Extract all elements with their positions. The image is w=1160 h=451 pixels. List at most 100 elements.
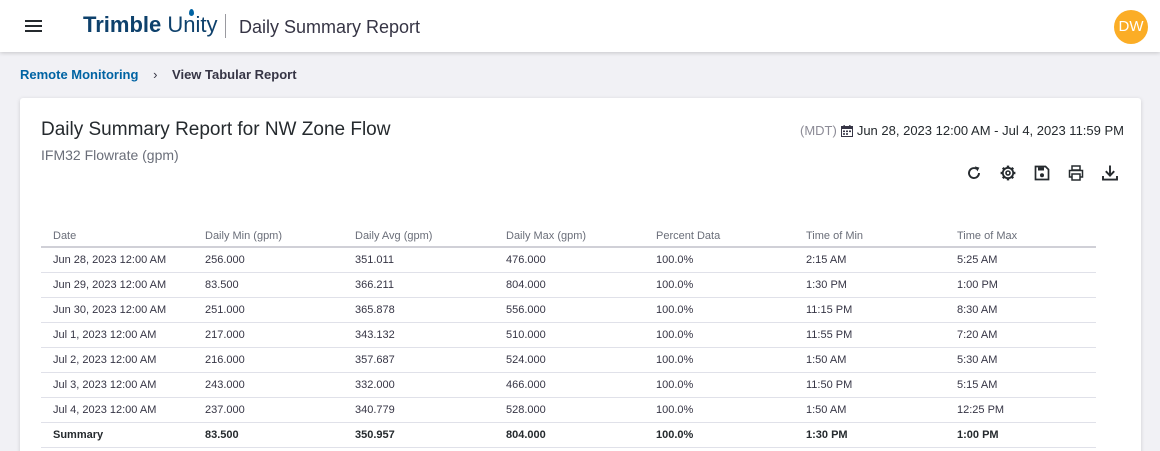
report-toolbar bbox=[957, 162, 1127, 184]
cell-daily-min: 237.000 bbox=[193, 397, 343, 423]
cell-time-of-min: 11:50 PM bbox=[794, 372, 945, 398]
column-header-daily-avg[interactable]: Daily Avg (gpm) bbox=[343, 225, 494, 248]
column-header-percent-data[interactable]: Percent Data bbox=[644, 225, 794, 248]
cell-time-of-min: 2:15 AM bbox=[794, 247, 945, 273]
report-subtitle: IFM32 Flowrate (gpm) bbox=[41, 147, 179, 163]
summary-label: Summary bbox=[41, 421, 193, 448]
cell-time-of-min: 1:30 PM bbox=[794, 272, 945, 298]
table-row: Jun 28, 2023 12:00 AM 256.000 351.011 47… bbox=[41, 247, 1096, 273]
table-header-row: Date Daily Min (gpm) Daily Avg (gpm) Dai… bbox=[41, 225, 1096, 248]
cell-percent-data: 100.0% bbox=[644, 372, 794, 398]
cell-percent-data: 100.0% bbox=[644, 397, 794, 423]
cell-daily-min: 216.000 bbox=[193, 347, 343, 373]
cell-daily-max: 466.000 bbox=[494, 372, 644, 398]
table-row: Jul 4, 2023 12:00 AM 237.000 340.779 528… bbox=[41, 397, 1096, 423]
cell-time-of-max: 7:20 AM bbox=[945, 322, 1096, 348]
logo-bold-text: Trimble bbox=[83, 12, 162, 37]
print-icon bbox=[1068, 165, 1084, 181]
report-title: Daily Summary Report for NW Zone Flow bbox=[41, 119, 391, 140]
cell-date: Jul 1, 2023 12:00 AM bbox=[41, 322, 193, 348]
print-button[interactable] bbox=[1059, 162, 1093, 184]
save-button[interactable] bbox=[1025, 162, 1059, 184]
cell-daily-avg: 340.779 bbox=[343, 397, 494, 423]
cell-daily-avg: 332.000 bbox=[343, 372, 494, 398]
cell-time-of-max: 5:25 AM bbox=[945, 247, 1096, 273]
app-title: Daily Summary Report bbox=[239, 17, 421, 37]
cell-time-of-min: 11:15 PM bbox=[794, 297, 945, 323]
cell-date: Jun 28, 2023 12:00 AM bbox=[41, 247, 193, 273]
download-icon bbox=[1102, 165, 1118, 181]
settings-icon bbox=[1000, 165, 1016, 181]
breadcrumb-current: View Tabular Report bbox=[172, 67, 297, 82]
column-header-time-of-min[interactable]: Time of Min bbox=[794, 225, 945, 248]
column-header-date[interactable]: Date bbox=[41, 225, 193, 248]
cell-daily-min: 256.000 bbox=[193, 247, 343, 273]
cell-daily-max: 476.000 bbox=[494, 247, 644, 273]
trimble-unity-logo[interactable]: Trimble Unity bbox=[83, 12, 218, 38]
cell-daily-min: 251.000 bbox=[193, 297, 343, 323]
cell-time-of-min: 1:50 AM bbox=[794, 347, 945, 373]
calendar-icon bbox=[840, 124, 853, 137]
refresh-icon bbox=[968, 166, 980, 179]
cell-percent-data: 100.0% bbox=[644, 272, 794, 298]
breadcrumb-remote-monitoring[interactable]: Remote Monitoring bbox=[20, 67, 138, 82]
cell-daily-avg: 365.878 bbox=[343, 297, 494, 323]
cell-daily-avg: 351.011 bbox=[343, 247, 494, 273]
table-row: Jun 29, 2023 12:00 AM 83.500 366.211 804… bbox=[41, 272, 1096, 298]
cell-time-of-max: 1:00 PM bbox=[945, 272, 1096, 298]
download-button[interactable] bbox=[1093, 162, 1127, 184]
header-divider bbox=[225, 14, 226, 38]
cell-daily-min: 217.000 bbox=[193, 322, 343, 348]
cell-percent-data: 100.0% bbox=[644, 297, 794, 323]
table-row: Jun 30, 2023 12:00 AM 251.000 365.878 55… bbox=[41, 297, 1096, 323]
cell-daily-avg: 366.211 bbox=[343, 272, 494, 298]
summary-time-of-min: 1:30 PM bbox=[794, 421, 945, 448]
cell-daily-avg: 357.687 bbox=[343, 347, 494, 373]
chevron-right-icon: › bbox=[153, 67, 158, 82]
save-icon bbox=[1034, 165, 1050, 181]
summary-percent-data: 100.0% bbox=[644, 421, 794, 448]
cell-percent-data: 100.0% bbox=[644, 322, 794, 348]
cell-date: Jun 30, 2023 12:00 AM bbox=[41, 297, 193, 323]
summary-table: Date Daily Min (gpm) Daily Avg (gpm) Dai… bbox=[41, 225, 1096, 448]
column-header-daily-max[interactable]: Daily Max (gpm) bbox=[494, 225, 644, 248]
menu-icon[interactable] bbox=[22, 17, 46, 37]
date-range[interactable]: (MDT) Jun 28, 2023 12:00 AM - Jul 4, 202… bbox=[800, 123, 1124, 138]
cell-percent-data: 100.0% bbox=[644, 347, 794, 373]
cell-daily-avg: 343.132 bbox=[343, 322, 494, 348]
summary-row: Summary 83.500 350.957 804.000 100.0% 1:… bbox=[41, 421, 1096, 448]
cell-daily-max: 528.000 bbox=[494, 397, 644, 423]
cell-time-of-max: 8:30 AM bbox=[945, 297, 1096, 323]
cell-date: Jul 2, 2023 12:00 AM bbox=[41, 347, 193, 373]
column-header-daily-min[interactable]: Daily Min (gpm) bbox=[193, 225, 343, 248]
summary-daily-min: 83.500 bbox=[193, 421, 343, 448]
cell-daily-min: 243.000 bbox=[193, 372, 343, 398]
cell-time-of-max: 5:30 AM bbox=[945, 347, 1096, 373]
breadcrumb: Remote Monitoring › View Tabular Report bbox=[20, 67, 297, 82]
cell-daily-min: 83.500 bbox=[193, 272, 343, 298]
refresh-button[interactable] bbox=[957, 162, 991, 184]
summary-time-of-max: 1:00 PM bbox=[945, 421, 1096, 448]
cell-time-of-min: 1:50 AM bbox=[794, 397, 945, 423]
settings-button[interactable] bbox=[991, 162, 1025, 184]
cell-daily-max: 510.000 bbox=[494, 322, 644, 348]
cell-date: Jul 3, 2023 12:00 AM bbox=[41, 372, 193, 398]
summary-daily-avg: 350.957 bbox=[343, 421, 494, 448]
top-bar: Trimble Unity Daily Summary Report DW bbox=[0, 0, 1160, 52]
cell-time-of-min: 11:55 PM bbox=[794, 322, 945, 348]
cell-date: Jun 29, 2023 12:00 AM bbox=[41, 272, 193, 298]
column-header-time-of-max[interactable]: Time of Max bbox=[945, 225, 1096, 248]
table-row: Jul 1, 2023 12:00 AM 217.000 343.132 510… bbox=[41, 322, 1096, 348]
cell-time-of-max: 12:25 PM bbox=[945, 397, 1096, 423]
cell-percent-data: 100.0% bbox=[644, 247, 794, 273]
timezone-label: (MDT) bbox=[800, 123, 837, 138]
report-card: Daily Summary Report for NW Zone Flow IF… bbox=[20, 98, 1141, 451]
cell-date: Jul 4, 2023 12:00 AM bbox=[41, 397, 193, 423]
user-avatar[interactable]: DW bbox=[1114, 10, 1148, 44]
cell-daily-max: 556.000 bbox=[494, 297, 644, 323]
summary-daily-max: 804.000 bbox=[494, 421, 644, 448]
date-range-text: Jun 28, 2023 12:00 AM - Jul 4, 2023 11:5… bbox=[856, 123, 1124, 138]
cell-daily-max: 524.000 bbox=[494, 347, 644, 373]
table-row: Jul 2, 2023 12:00 AM 216.000 357.687 524… bbox=[41, 347, 1096, 373]
logo-drop-icon bbox=[189, 9, 194, 16]
